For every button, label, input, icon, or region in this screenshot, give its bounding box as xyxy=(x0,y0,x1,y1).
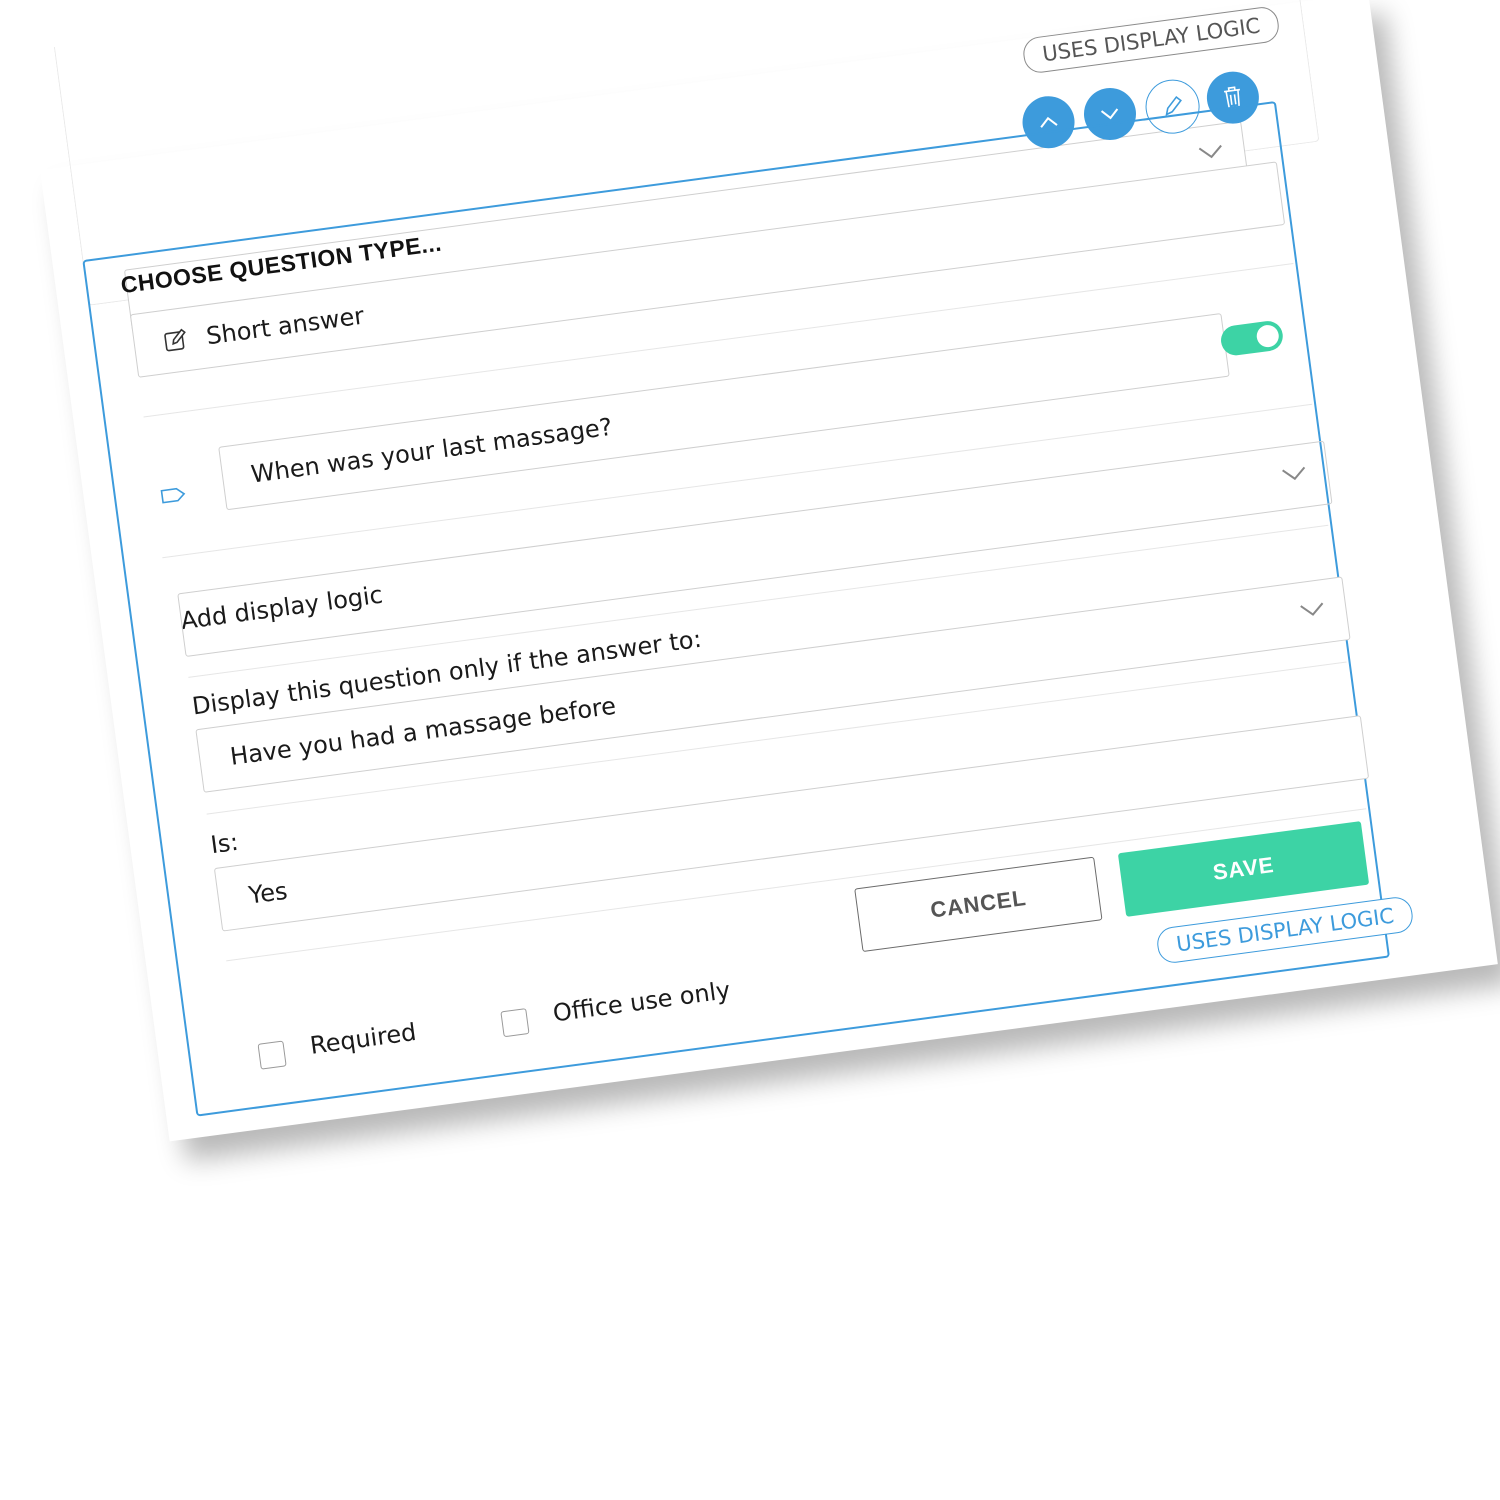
tag-icon xyxy=(158,483,188,507)
condition-answer-value: Yes xyxy=(246,876,290,910)
form-builder-sheet: USES DISPLAY LOGIC CHOOSE QUESTION TYPE.… xyxy=(40,0,1498,1142)
is-label: Is: xyxy=(208,827,241,860)
edit-icon xyxy=(161,326,190,355)
chevron-down-icon xyxy=(1280,464,1308,487)
toggle-knob xyxy=(1255,323,1281,349)
question-type-value: Short answer xyxy=(204,301,366,351)
office-use-only-checkbox[interactable] xyxy=(500,1008,530,1038)
screenshot-stage: USES DISPLAY LOGIC CHOOSE QUESTION TYPE.… xyxy=(0,0,1500,1500)
required-checkbox[interactable] xyxy=(257,1040,287,1070)
chevron-down-icon xyxy=(1298,600,1326,623)
